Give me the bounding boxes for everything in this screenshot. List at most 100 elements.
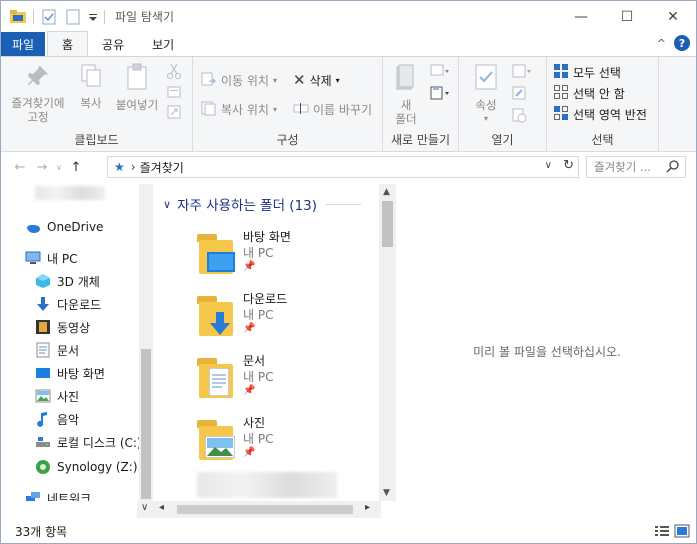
open-icon[interactable] <box>511 63 535 82</box>
horizontal-scrollbar[interactable]: ∨ ◂ ▸ <box>137 501 381 518</box>
delete-button[interactable]: ✕ 삭제 ▾ <box>293 71 340 89</box>
pinned-icon: 📌 <box>243 261 256 272</box>
nav-pane-scrollbar[interactable] <box>139 184 153 501</box>
new-item-icon[interactable] <box>429 63 451 82</box>
recent-locations-button[interactable]: ∨ <box>53 163 65 172</box>
preview-message: 미리 볼 파일을 선택하십시오. <box>473 344 621 359</box>
copy-path-icon[interactable] <box>167 85 181 102</box>
pin-quick-access-button[interactable]: 즐겨찾기에 고정 <box>7 63 69 124</box>
delete-chevron-icon: ▾ <box>335 75 340 85</box>
help-icon[interactable]: ? <box>674 35 690 51</box>
maximize-button[interactable]: ☐ <box>604 1 650 32</box>
scroll-up-icon[interactable]: ▲ <box>383 187 390 197</box>
nav-item-network[interactable]: 네트워크 <box>25 488 91 501</box>
nav-item-music[interactable]: 음악 <box>35 409 79 429</box>
nav-item-pictures[interactable]: 사진 <box>35 386 79 406</box>
details-view-icon[interactable] <box>654 524 670 538</box>
tab-home[interactable]: 홈 <box>47 31 89 56</box>
select-all-button[interactable]: 모두 선택 <box>553 63 621 82</box>
move-to-chevron-icon: ▾ <box>272 76 277 85</box>
folder-app-icon[interactable] <box>9 8 27 26</box>
nav-item-3d-objects[interactable]: 3D 개체 <box>35 271 100 291</box>
title-bar: 파일 탐색기 — ☐ ✕ <box>1 1 696 32</box>
scroll-left-icon[interactable]: ∨ <box>141 502 148 513</box>
select-none-icon <box>553 84 569 103</box>
scroll-left-arrow-icon[interactable]: ◂ <box>159 502 164 513</box>
invert-selection-icon <box>553 105 569 124</box>
large-icons-view-icon[interactable] <box>674 524 690 538</box>
pinned-icon: 📌 <box>243 385 256 396</box>
nav-label: 동영상 <box>57 320 91 335</box>
collapse-ribbon-icon[interactable]: ^ <box>657 37 666 50</box>
invert-selection-button[interactable]: 선택 영역 반전 <box>553 105 647 124</box>
new-group-label: 새로 만들기 <box>390 133 450 147</box>
breadcrumb-quick-access[interactable]: 즐겨찾기 <box>140 159 184 176</box>
view-switcher <box>654 524 690 538</box>
properties-icon <box>469 63 503 94</box>
paste-shortcut-icon[interactable] <box>167 105 181 122</box>
folder-location: 내 PC <box>243 370 274 384</box>
close-button[interactable]: ✕ <box>650 1 696 32</box>
network-drive-icon <box>35 459 51 475</box>
frequent-folders-header[interactable]: ∨ 자주 사용하는 폴더 (13) <box>163 194 362 214</box>
customize-toolbar-icon[interactable] <box>88 8 98 26</box>
back-button[interactable]: ← <box>9 160 31 175</box>
tab-share[interactable]: 공유 <box>88 32 138 56</box>
up-button[interactable]: ↑ <box>65 160 87 175</box>
history-icon[interactable] <box>511 107 527 126</box>
invert-selection-label: 선택 영역 반전 <box>573 108 647 122</box>
copy-button[interactable]: 복사 <box>73 63 109 110</box>
address-bar[interactable]: ★ › 즐겨찾기 ∨ ↻ <box>107 156 579 178</box>
folder-tile-desktop[interactable]: 바탕 화면 내 PC 📌 <box>197 228 367 288</box>
nav-label: 내 PC <box>47 251 78 266</box>
new-folder-quick-icon[interactable] <box>64 8 82 26</box>
new-folder-button[interactable]: 새 폴더 <box>391 63 421 126</box>
nav-item-local-disk[interactable]: 로컬 디스크 (C:) <box>35 432 142 452</box>
nav-item-videos[interactable]: 동영상 <box>35 317 90 337</box>
ribbon: 즐겨찾기에 고정 복사 붙여넣기 클립보드 이동 위치 ▾ ✕ 삭제 ▾ 복사 … <box>1 56 696 152</box>
rename-button[interactable]: 이름 바꾸기 <box>293 100 372 119</box>
separator <box>33 9 34 24</box>
tab-view[interactable]: 보기 <box>138 32 188 56</box>
easy-access-icon[interactable] <box>429 85 451 104</box>
edit-icon[interactable] <box>511 85 527 104</box>
nav-item-synology[interactable]: Synology (Z:) <box>35 457 138 477</box>
search-icon <box>666 159 680 176</box>
nav-item-this-pc[interactable]: 내 PC <box>25 248 77 268</box>
select-none-button[interactable]: 선택 안 함 <box>553 84 625 103</box>
scroll-down-icon[interactable]: ▼ <box>383 488 390 498</box>
properties-button[interactable]: 속성 ▾ <box>469 63 503 126</box>
folder-downloads-icon <box>197 294 235 338</box>
network-icon <box>25 490 41 501</box>
music-icon <box>35 411 51 427</box>
scroll-right-icon[interactable]: ▸ <box>365 502 370 513</box>
address-row: ← → ∨ ↑ ★ › 즐겨찾기 ∨ ↻ 즐겨찾기 ... <box>1 152 696 182</box>
nav-item-downloads[interactable]: 다운로드 <box>35 294 101 314</box>
move-to-button[interactable]: 이동 위치 ▾ <box>201 71 277 90</box>
content-pane-scrollbar-thumb[interactable] <box>382 201 393 247</box>
folder-tile-documents[interactable]: 문서 내 PC 📌 <box>197 352 367 412</box>
content-pane-scrollbar[interactable]: ▲ ▼ <box>379 184 396 501</box>
copy-to-button[interactable]: 복사 위치 ▾ <box>201 100 277 119</box>
nav-label: 3D 개체 <box>57 274 100 289</box>
forward-button[interactable]: → <box>31 160 53 175</box>
horizontal-scrollbar-thumb[interactable] <box>177 505 353 514</box>
organize-group: 이동 위치 ▾ ✕ 삭제 ▾ 복사 위치 ▾ 이름 바꾸기 구성 <box>193 57 383 152</box>
paste-button[interactable]: 붙여넣기 <box>113 63 161 112</box>
nav-item-onedrive[interactable]: OneDrive <box>25 217 103 237</box>
folder-tile-downloads[interactable]: 다운로드 내 PC 📌 <box>197 290 367 350</box>
copy-to-icon <box>201 100 217 119</box>
tab-file[interactable]: 파일 <box>1 32 45 56</box>
cut-icon[interactable] <box>167 63 181 82</box>
search-input[interactable]: 즐겨찾기 ... <box>586 156 686 178</box>
properties-quick-icon[interactable] <box>40 8 58 26</box>
folder-name: 다운로드 <box>243 292 288 306</box>
minimize-button[interactable]: — <box>558 1 604 32</box>
address-dropdown-icon[interactable]: ∨ <box>545 160 552 171</box>
nav-pane-scrollbar-thumb[interactable] <box>141 349 151 499</box>
folder-tile-pictures[interactable]: 사진 내 PC 📌 <box>197 414 367 474</box>
nav-item-documents[interactable]: 문서 <box>35 340 79 360</box>
refresh-icon[interactable]: ↻ <box>563 158 574 173</box>
nav-item-desktop[interactable]: 바탕 화면 <box>35 363 105 383</box>
nav-label: 사진 <box>57 389 80 404</box>
